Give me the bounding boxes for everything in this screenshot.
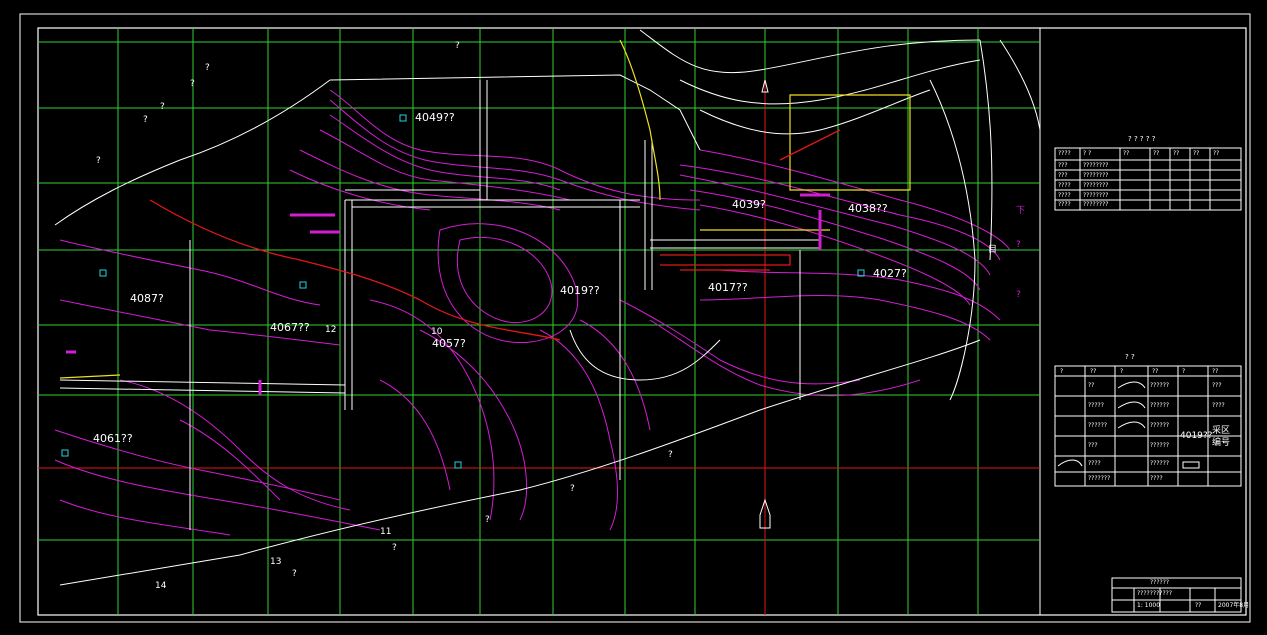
info-table-row-2: ???? — [1058, 182, 1071, 189]
legend-cell: ???? — [1150, 475, 1163, 482]
point-number-12: 12 — [325, 325, 337, 335]
unknown-mark: ? — [485, 515, 490, 525]
side-char-2: ? — [1016, 240, 1021, 250]
point-number-14: 14 — [155, 581, 167, 591]
legend-header-3: ?? — [1152, 368, 1159, 375]
title-block-name: ??????????? — [1137, 590, 1173, 597]
unknown-mark: ? — [96, 156, 101, 166]
legend-cell: ???? — [1088, 460, 1101, 467]
unknown-mark: ? — [668, 450, 673, 460]
unknown-mark: ? — [205, 63, 210, 73]
unknown-mark: ? — [190, 79, 195, 89]
legend-cell: ?????? — [1150, 442, 1170, 449]
side-char-4: 目 — [988, 245, 998, 255]
legend-cell: ???? — [1212, 402, 1225, 409]
point-number-11: 11 — [380, 527, 392, 537]
legend-cell: ?????? — [1150, 460, 1170, 467]
info-table-header-2: ?? — [1123, 150, 1130, 157]
title-block-sheet: ?? — [1195, 602, 1202, 609]
info-table-row-4: ???? — [1058, 201, 1071, 208]
area-label-4017: 4017?? — [708, 281, 748, 294]
info-table-header-5: ?? — [1173, 150, 1180, 157]
unknown-mark: ? — [160, 102, 165, 112]
side-char-1: 下 — [1016, 206, 1026, 216]
cad-drawing-canvas[interactable] — [0, 0, 1267, 635]
legend-header-5: ?? — [1212, 368, 1219, 375]
info-table-row-0: ???????? — [1083, 162, 1109, 169]
legend-cell: ?????? — [1150, 382, 1170, 389]
unknown-mark: ? — [570, 484, 575, 494]
area-label-4039: 4039? — [732, 198, 766, 211]
legend-title: ? ? — [1125, 353, 1135, 361]
info-table-row-1: ??? — [1058, 172, 1068, 179]
legend-header-0: ? — [1060, 368, 1064, 375]
unknown-mark: ? — [143, 115, 148, 125]
info-table-row-1: ???????? — [1083, 172, 1109, 179]
area-label-4038: 4038?? — [848, 202, 888, 215]
info-table-header-8: ?? — [1213, 150, 1220, 157]
inner-frame — [37, 27, 1247, 616]
area-label-4087: 4087? — [130, 292, 164, 305]
info-table-title: ? ? ? ? ? — [1128, 135, 1156, 143]
title-block-scale: 1: 1000 — [1137, 602, 1161, 609]
legend-block-label: 采区 编号 — [1212, 426, 1231, 448]
legend-cell: ?????? — [1088, 422, 1108, 429]
legend-4019-label: 4019?? — [1180, 431, 1213, 441]
area-label-4057: 4057? — [432, 337, 466, 350]
info-table-row-3: ???????? — [1083, 192, 1109, 199]
roadways — [59, 80, 820, 410]
legend-cell: ?????? — [1150, 402, 1170, 409]
info-table-header-4: ?? — [1153, 150, 1160, 157]
legend-cell: ??? — [1088, 442, 1098, 449]
info-table-row-4: ???????? — [1083, 201, 1109, 208]
title-block-date: 2007年8月 — [1218, 602, 1250, 609]
info-table-header-1: ? ? — [1083, 150, 1092, 157]
legend-cell: ?????? — [1150, 422, 1170, 429]
legend-header-4: ? — [1182, 368, 1186, 375]
magenta-markers — [66, 193, 830, 395]
point-number-13: 13 — [270, 557, 282, 567]
info-table-row-0: ??? — [1058, 162, 1068, 169]
area-label-4049: 4049?? — [415, 111, 455, 124]
info-table-header-0: ???? — [1058, 150, 1071, 157]
coordinate-grid — [38, 28, 1040, 615]
info-table-row-3: ???? — [1058, 192, 1071, 199]
side-char-3: ? — [1016, 290, 1021, 300]
legend-cell: ??? — [1212, 382, 1222, 389]
fault-lines — [149, 129, 841, 341]
legend-cell: ??????? — [1088, 475, 1111, 482]
unknown-mark: ? — [455, 41, 460, 51]
area-label-4067: 4067?? — [270, 321, 310, 334]
info-table-header-7: ?? — [1193, 150, 1200, 157]
area-label-4061: 4061?? — [93, 432, 133, 445]
legend-header-1: ?? — [1090, 368, 1097, 375]
info-table-row-2: ???????? — [1083, 182, 1109, 189]
unknown-mark: ? — [392, 543, 397, 553]
title-block-heading: ?????? — [1150, 579, 1170, 586]
legend-cell: ?? — [1088, 382, 1095, 389]
legend-header-2: ? — [1120, 368, 1124, 375]
area-label-4027: 4027? — [873, 267, 907, 280]
area-label-4019: 4019?? — [560, 284, 600, 297]
point-number-10: 10 — [431, 327, 443, 337]
legend-cell: ????? — [1088, 402, 1104, 409]
unknown-mark: ? — [292, 569, 297, 579]
